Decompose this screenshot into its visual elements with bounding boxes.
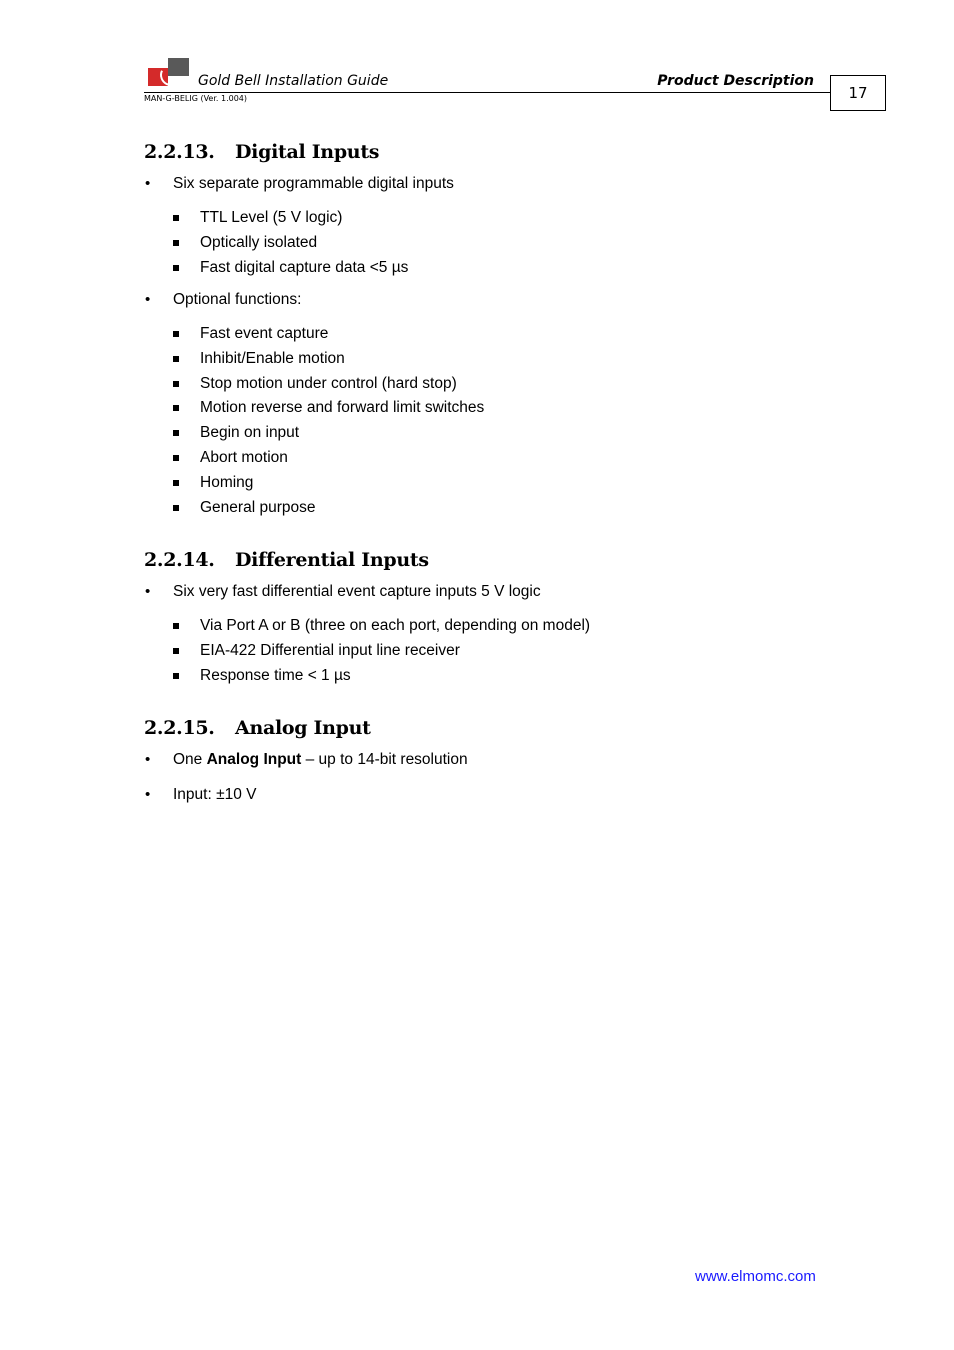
list-item: Fast digital capture data <5 µs xyxy=(173,259,408,277)
header-divider xyxy=(144,92,830,93)
list-item: • Six very fast differential event captur… xyxy=(145,583,541,600)
list-item: EIA-422 Differential input line receiver xyxy=(173,642,460,660)
bullet-icon: • xyxy=(145,291,151,308)
square-bullet-icon xyxy=(173,430,179,436)
list-item: Inhibit/Enable motion xyxy=(173,350,345,368)
square-bullet-icon xyxy=(173,623,179,629)
document-id: MAN-G-BELIG (Ver. 1.004) xyxy=(144,94,247,103)
list-item: • Input: ±10 V xyxy=(145,786,257,803)
list-item: • One Analog Input – up to 14-bit resolut… xyxy=(145,751,468,768)
list-item: Optically isolated xyxy=(173,234,317,252)
square-bullet-icon xyxy=(173,648,179,654)
website-link[interactable]: www.elmomc.com xyxy=(695,1268,816,1285)
list-item: Motion reverse and forward limit switche… xyxy=(173,399,484,417)
header-section: Product Description xyxy=(657,73,814,89)
list-item: Fast event capture xyxy=(173,325,328,343)
list-item: General purpose xyxy=(173,499,315,517)
square-bullet-icon xyxy=(173,455,179,461)
list-item: Stop motion under control (hard stop) xyxy=(173,375,457,393)
bullet-icon: • xyxy=(145,786,151,803)
bullet-icon: • xyxy=(145,583,151,600)
list-item: Abort motion xyxy=(173,449,288,467)
square-bullet-icon xyxy=(173,673,179,679)
list-item: TTL Level (5 V logic) xyxy=(173,209,342,227)
section-heading-digital-inputs: 2.2.13. Digital Inputs xyxy=(144,141,380,163)
list-item: • Optional functions: xyxy=(145,291,302,308)
list-item: Begin on input xyxy=(173,424,299,442)
list-item: Homing xyxy=(173,474,253,492)
page-number: 17 xyxy=(830,75,886,111)
square-bullet-icon xyxy=(173,331,179,337)
section-heading-differential-inputs: 2.2.14. Differential Inputs xyxy=(144,549,429,571)
square-bullet-icon xyxy=(173,356,179,362)
list-item: Via Port A or B (three on each port, dep… xyxy=(173,617,590,635)
square-bullet-icon xyxy=(173,505,179,511)
bullet-icon: • xyxy=(145,751,151,768)
bullet-icon: • xyxy=(145,175,151,192)
square-bullet-icon xyxy=(173,381,179,387)
section-heading-analog-input: 2.2.15. Analog Input xyxy=(144,717,371,739)
elmo-logo-icon xyxy=(148,58,190,90)
square-bullet-icon xyxy=(173,405,179,411)
square-bullet-icon xyxy=(173,480,179,486)
list-item: • Six separate programmable digital input… xyxy=(145,175,454,192)
header-title: Gold Bell Installation Guide xyxy=(198,73,389,89)
square-bullet-icon xyxy=(173,265,179,271)
square-bullet-icon xyxy=(173,240,179,246)
square-bullet-icon xyxy=(173,215,179,221)
list-item: Response time < 1 µs xyxy=(173,667,351,685)
